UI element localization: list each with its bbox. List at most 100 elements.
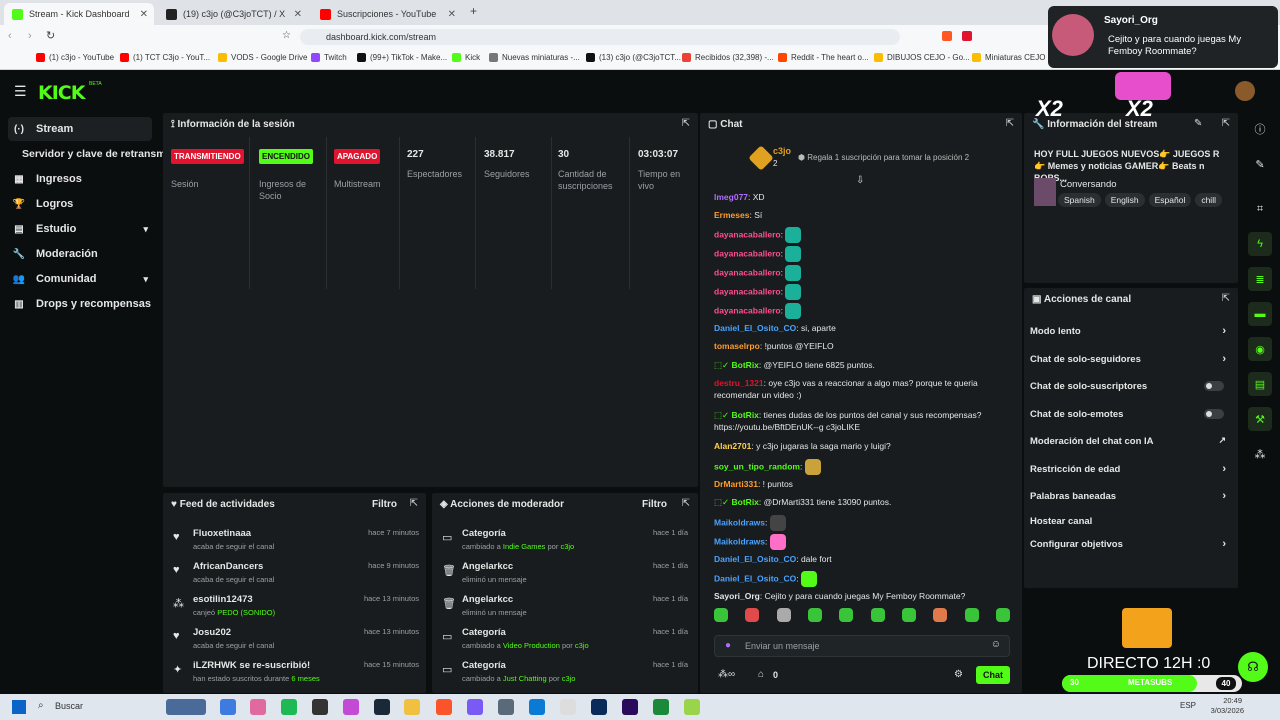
bookmark-item[interactable]: (1) c3jo - YouTube: [36, 53, 114, 62]
tag[interactable]: chill: [1195, 193, 1222, 207]
chat-username[interactable]: dayanacaballero: [714, 267, 781, 277]
user-avatar[interactable]: [1235, 81, 1255, 101]
toggle[interactable]: [1204, 381, 1224, 391]
chat-username[interactable]: lmeg077: [714, 192, 748, 202]
edit-icon[interactable]: ✎: [1194, 118, 1202, 129]
chat-username[interactable]: dayanacaballero: [714, 286, 781, 296]
send-chat-button[interactable]: Chat: [976, 666, 1010, 684]
bookmark-item[interactable]: (13) c3jo (@C3joTCT...: [586, 53, 681, 62]
gear-icon[interactable]: ⚙: [954, 669, 963, 680]
emote-icon[interactable]: [964, 608, 979, 622]
chat-username[interactable]: BotRix: [732, 360, 759, 370]
bookmark-item[interactable]: Kick: [452, 53, 480, 62]
tag[interactable]: Español: [1148, 193, 1192, 207]
channel-action-row[interactable]: Restricción de edad ›: [1030, 463, 1226, 475]
sidebar-item-estudio[interactable]: ▤ Estudio ▾: [8, 217, 152, 241]
emoji-icon[interactable]: ☺: [991, 639, 1001, 650]
store-icon[interactable]: ⌂: [758, 669, 764, 680]
chat-input[interactable]: ● Enviar un mensaje ☺: [714, 635, 1010, 657]
channel-action-row[interactable]: Palabras baneadas ›: [1030, 490, 1226, 502]
app-icon[interactable]: [560, 699, 576, 715]
queue-icon[interactable]: ▤: [1248, 372, 1272, 396]
chat-username[interactable]: dayanacaballero: [714, 229, 781, 239]
emote-icon[interactable]: [839, 608, 854, 622]
copilot-icon[interactable]: [220, 699, 236, 715]
channel-action-row[interactable]: Moderación del chat con IA ↗: [1030, 435, 1226, 447]
widget-icon[interactable]: [166, 699, 206, 715]
chat-username[interactable]: dayanacaballero: [714, 248, 781, 258]
feed-name[interactable]: Josu202: [193, 627, 231, 638]
bookmark-item[interactable]: Nuevas miniaturas -...: [489, 53, 580, 62]
chat-username[interactable]: BotRix: [732, 410, 759, 420]
feed-name[interactable]: esotilin12473: [193, 594, 253, 605]
chat-username[interactable]: dayanacaballero: [714, 305, 781, 315]
channel-action-row[interactable]: Chat de solo-seguidores ›: [1030, 353, 1226, 365]
mod-name[interactable]: Angelarkcc: [462, 561, 513, 572]
back-icon[interactable]: ‹: [8, 30, 12, 42]
popout-icon[interactable]: ⇱: [682, 118, 690, 129]
tag[interactable]: English: [1104, 193, 1145, 207]
popout-icon[interactable]: ⇱: [410, 498, 418, 509]
mod-name[interactable]: Angelarkcc: [462, 594, 513, 605]
chat-bubble-icon[interactable]: ▬: [1248, 302, 1272, 326]
popout-icon[interactable]: ⇱: [682, 498, 690, 509]
app-icon[interactable]: [498, 699, 514, 715]
emote-icon[interactable]: [776, 608, 791, 622]
sidebar-item-moderacion[interactable]: 🔧 Moderación: [8, 242, 152, 266]
folder-icon[interactable]: [404, 699, 420, 715]
app-icon[interactable]: [343, 699, 359, 715]
app-icon[interactable]: [250, 699, 266, 715]
popout-icon[interactable]: ⇱: [1222, 293, 1230, 304]
info-icon[interactable]: ⓘ: [1248, 117, 1272, 141]
browser-tab-0[interactable]: Stream - Kick Dashboard ✕: [4, 3, 154, 25]
edit-icon[interactable]: ✎: [1248, 152, 1272, 176]
lightning-icon[interactable]: ϟ: [1248, 232, 1272, 256]
chat-username[interactable]: Ermeses: [714, 210, 749, 220]
app-icon[interactable]: [312, 699, 328, 715]
close-icon[interactable]: ✕: [448, 9, 456, 20]
sidebar-item-drops[interactable]: ▥ Drops y recompensas: [8, 292, 152, 316]
bookmark-item[interactable]: Recibidos (32,398) -...: [682, 53, 774, 62]
premiere-icon[interactable]: [622, 699, 638, 715]
sidebar-item-logros[interactable]: 🏆 Logros: [8, 192, 152, 216]
feed-name[interactable]: Fluoxetinaaa: [193, 528, 251, 539]
tag[interactable]: Spanish: [1058, 193, 1101, 207]
bookmark-item[interactable]: VODS - Google Drive: [218, 53, 307, 62]
forward-icon[interactable]: ›: [28, 30, 32, 42]
emote-icon[interactable]: [745, 608, 760, 622]
collapse-icon[interactable]: ⇩: [856, 175, 864, 186]
emote-icon[interactable]: [901, 608, 916, 622]
new-tab-icon[interactable]: +: [470, 4, 477, 18]
app-icon[interactable]: [684, 699, 700, 715]
reload-icon[interactable]: ↻: [46, 29, 55, 42]
bookmark-item[interactable]: DIBUJOS CEJO - Go...: [874, 53, 970, 62]
chat-username[interactable]: Alan2701: [714, 441, 751, 451]
bookmark-item[interactable]: Twitch: [311, 53, 347, 62]
feed-name[interactable]: iLZRHWK se re-suscribió!: [193, 660, 310, 671]
close-icon[interactable]: ✕: [140, 9, 148, 20]
points-icon[interactable]: ⁂∞: [718, 669, 735, 680]
gift-sub-text[interactable]: ⬢ Regala 1 suscripción para tomar la pos…: [798, 153, 969, 162]
taskbar-search[interactable]: Buscar: [55, 701, 83, 711]
chat-username[interactable]: tomaselrpo: [714, 341, 760, 351]
menu-icon[interactable]: ☰: [14, 83, 27, 100]
mic-icon[interactable]: ●: [725, 640, 731, 651]
sidebar-item-server-key[interactable]: Servidor y clave de retransmisión: [18, 142, 168, 166]
pinned-user[interactable]: c3jo: [773, 146, 791, 156]
bookmark-item[interactable]: (1) TCT C3jo - YouT...: [120, 53, 210, 62]
clip-icon[interactable]: ⌗: [1248, 197, 1272, 221]
chat-username[interactable]: Maikoldraws: [714, 536, 765, 546]
popout-icon[interactable]: ⇱: [1222, 118, 1230, 129]
emote-icon[interactable]: [933, 608, 948, 622]
kick-logo[interactable]: KICK: [38, 82, 85, 104]
chat-username[interactable]: BotRix: [732, 497, 759, 507]
sidebar-item-stream[interactable]: (·) Stream: [8, 117, 152, 141]
channel-action-row[interactable]: Configurar objetivos ›: [1030, 538, 1226, 550]
windows-start-icon[interactable]: [12, 700, 26, 714]
close-icon[interactable]: ✕: [294, 9, 302, 20]
chat-username[interactable]: Maikoldraws: [714, 517, 765, 527]
toggle[interactable]: [1204, 409, 1224, 419]
chat-username[interactable]: Sayori_Org: [714, 591, 760, 601]
browser-tab-2[interactable]: Suscripciones - YouTube ✕: [312, 3, 462, 25]
bookmark-item[interactable]: Reddit - The heart o...: [778, 53, 869, 62]
